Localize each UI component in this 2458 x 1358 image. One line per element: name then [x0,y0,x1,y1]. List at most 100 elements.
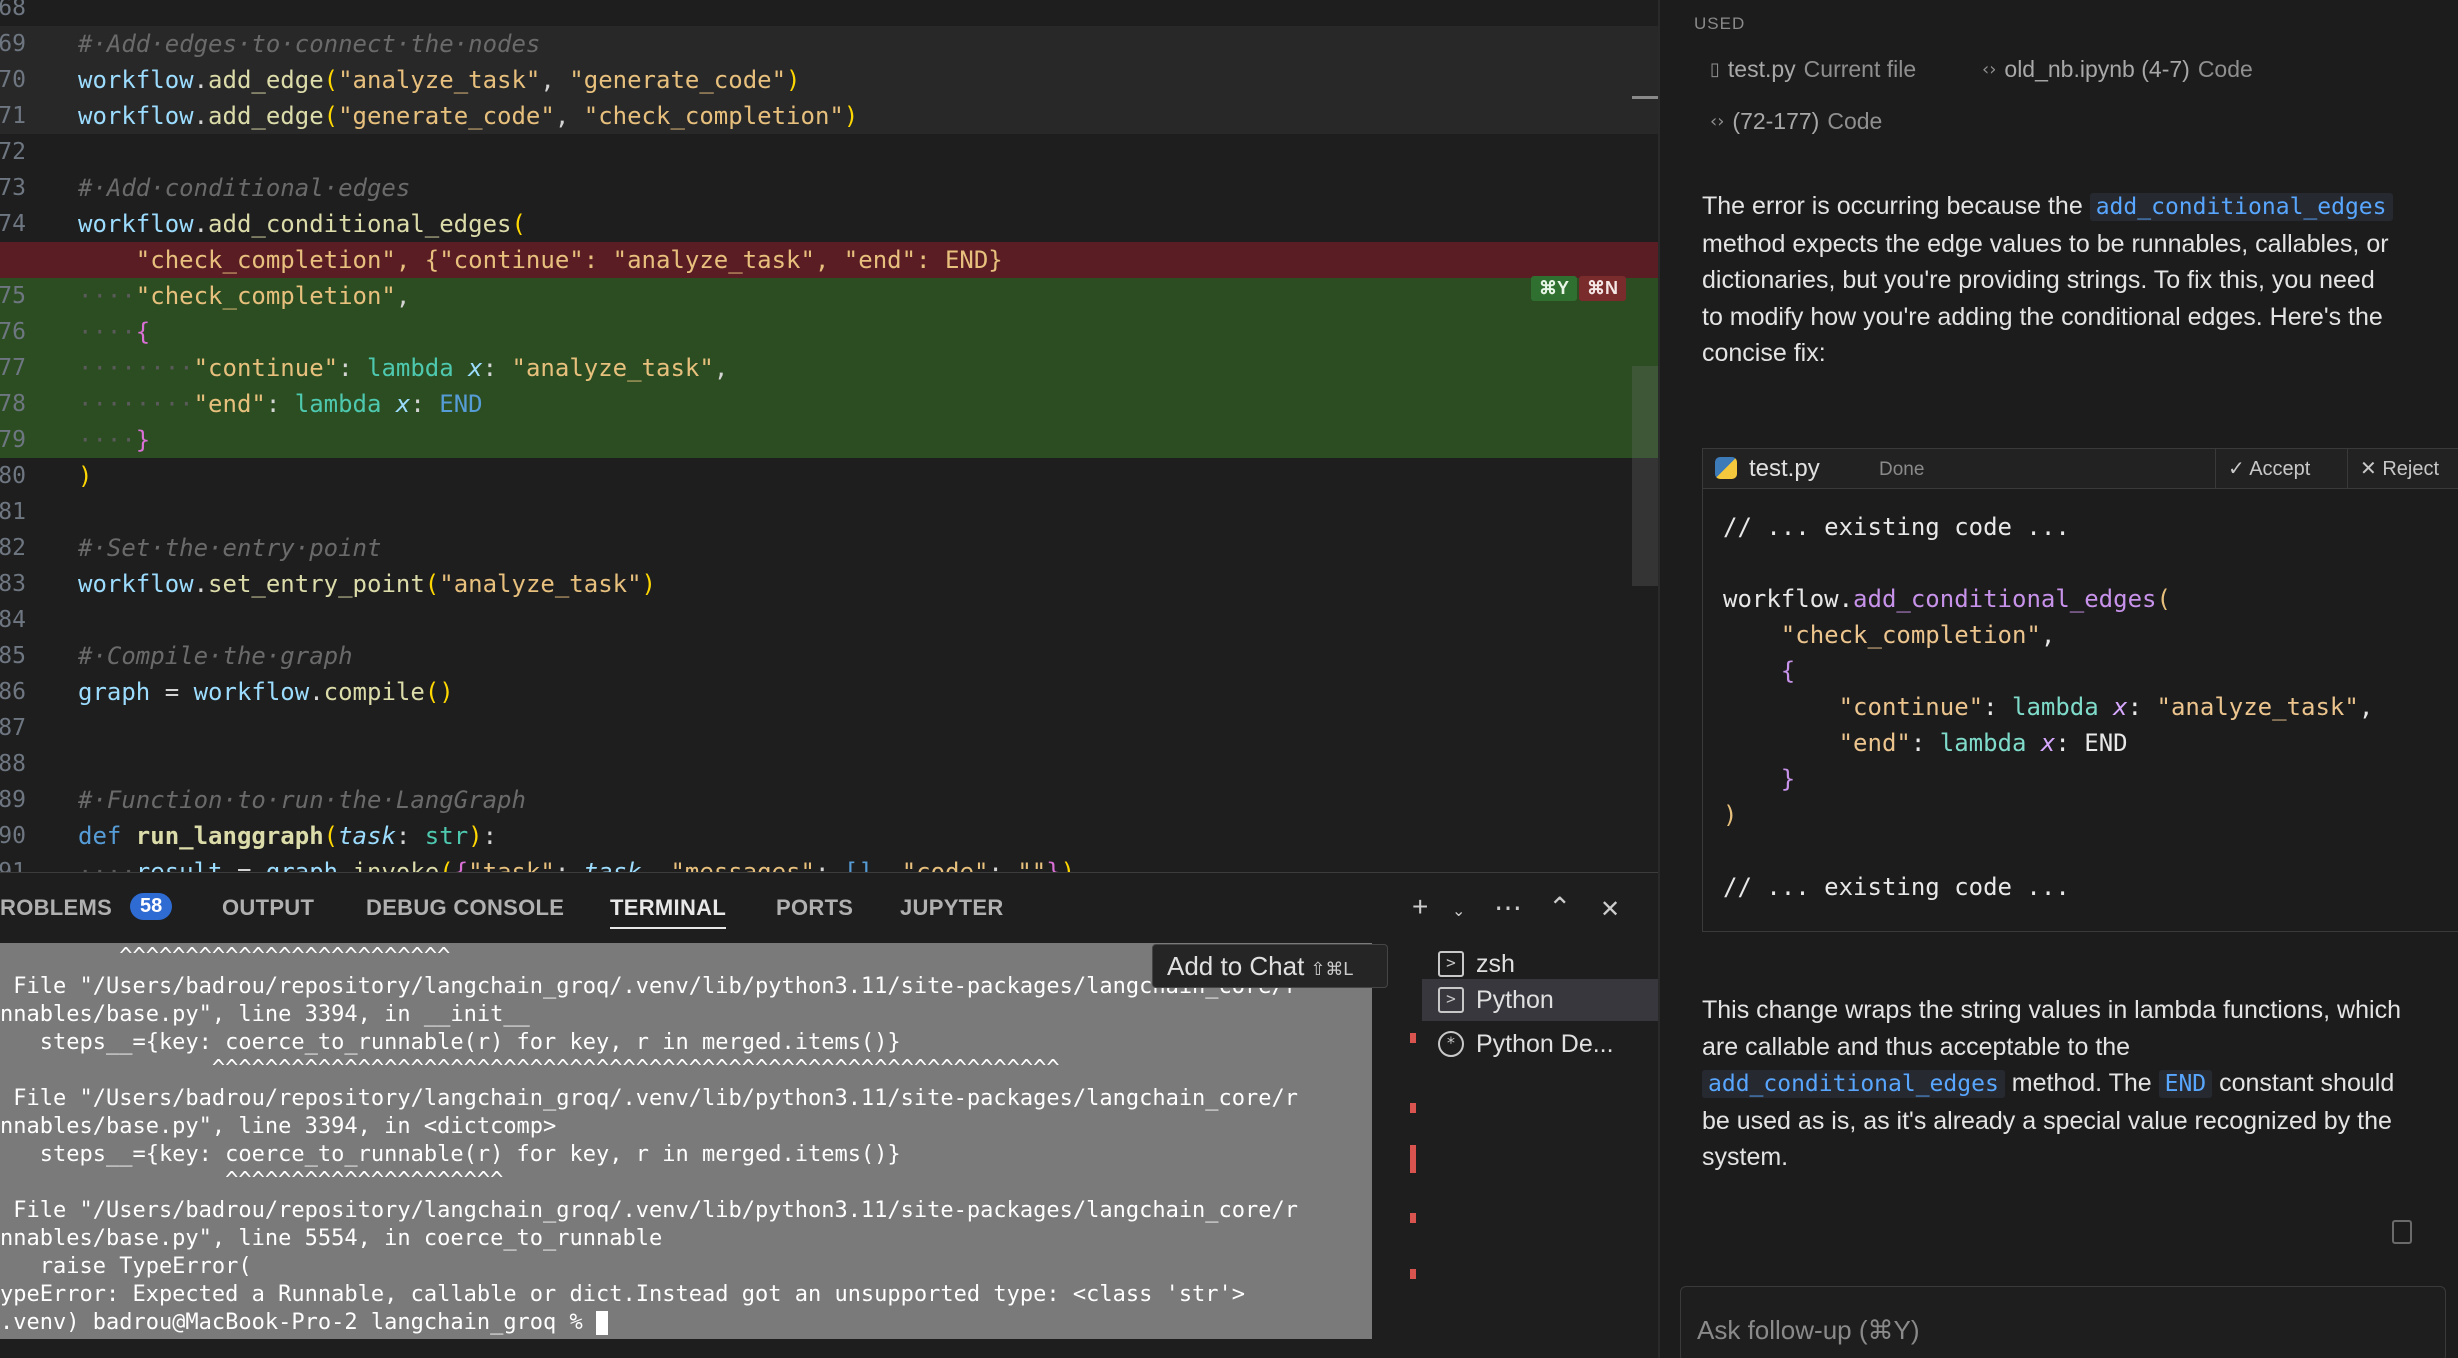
line-number: 85 [0,643,26,669]
line-number: 69 [0,31,26,57]
code-line[interactable]: 83 workflow.set_entry_point("analyze_task… [0,566,1658,602]
line-text: def run_langgraph(task: str): [78,822,498,850]
code-reference: add_conditional_edges [2089,193,2393,221]
card-code-line: } [1780,765,1796,793]
new-terminal-icon[interactable]: + [1412,891,1428,923]
code-line[interactable]: 72 [0,134,1658,170]
line-number: 73 [0,175,26,201]
card-code-line: "check_completion", [1780,621,2056,649]
code-line[interactable]: 69 #·Add·edges·to·connect·the·nodes [0,26,1658,62]
line-number: 70 [0,67,26,93]
accept-button[interactable]: ✓ Accept [2215,449,2322,489]
line-number: 74 [0,211,26,237]
context-chip-sub: Code [1827,108,1883,134]
bottom-panel: ROBLEMS 58 OUTPUT DEBUG CONSOLE TERMINAL… [0,872,1658,1358]
tab-ports[interactable]: PORTS [776,895,853,921]
close-panel-icon[interactable]: ✕ [1600,895,1620,924]
more-actions-icon[interactable]: ⋯ [1494,891,1522,924]
card-code-line: "continue": lambda x: "analyze_task", [1838,693,2374,721]
reject-diff-button[interactable]: ⌘N [1579,276,1626,301]
code-line[interactable]: 79 ····} [0,422,1658,458]
follow-up-input[interactable]: Ask follow-up (⌘Y) [1680,1286,2446,1358]
code-line[interactable]: 84 [0,602,1658,638]
code-line[interactable]: 80) [0,458,1658,494]
context-chip-range[interactable]: ‹› (72-177) Code [1710,108,1882,135]
copy-icon[interactable] [2392,1220,2412,1244]
code-line[interactable]: 74 workflow.add_conditional_edges( [0,206,1658,242]
context-chip-test-py[interactable]: ▯ test.py Current file [1710,56,1916,83]
card-code-line [1723,545,2373,581]
outro-text-1: This change wraps the string values in l… [1702,996,2401,1061]
card-code-line: // ... existing code ... [1723,513,2070,541]
code-line[interactable]: 87 [0,710,1658,746]
chevron-down-icon[interactable]: ⌄ [1452,901,1465,921]
reject-button[interactable]: ✕ Reject [2347,449,2451,489]
line-number: 82 [0,535,26,561]
tab-jupyter[interactable]: JUPYTER [900,895,1004,921]
chat-sidebar: USED ▯ test.py Current file ‹› old_nb.ip… [1658,0,2458,1358]
code-card-body: // ... existing code ... workflow.add_co… [1723,509,2373,905]
terminal-line: ^^^^^^^^^^^^^^^^^^^^^^^^^ [0,944,451,969]
terminal-item-label: Python De... [1476,1029,1614,1058]
code-line[interactable]: 78 ········"end": lambda x: END [0,386,1658,422]
terminal-line: nnables/base.py", line 3394, in <dictcom… [0,1114,557,1139]
terminal-line: ypeError: Expected a Runnable, callable … [0,1282,1246,1307]
terminal-line: nnables/base.py", line 3394, in __init__ [0,1002,530,1027]
line-text: workflow.set_entry_point("analyze_task") [78,570,656,598]
problems-count-badge: 58 [130,893,173,920]
code-line[interactable]: 85 #·Compile·the·graph [0,638,1658,674]
code-line[interactable]: "check_completion", {"continue": "analyz… [0,242,1658,278]
code-line[interactable]: 81 [0,494,1658,530]
code-line[interactable]: 75 ····"check_completion", [0,278,1658,314]
line-number: 77 [0,355,26,381]
line-number: 71 [0,103,26,129]
context-chip-name: test.py [1727,56,1796,82]
tab-terminal[interactable]: TERMINAL [610,895,727,929]
context-chip-old-nb[interactable]: ‹› old_nb.ipynb (4-7) Code [1982,56,2253,83]
code-line[interactable]: 73 #·Add·conditional·edges [0,170,1658,206]
line-number: 83 [0,571,26,597]
line-number: 79 [0,427,26,453]
code-icon: ‹› [1710,111,1725,132]
python-icon [1715,457,1737,479]
line-number: 90 [0,823,26,849]
editor-scrollbar[interactable] [1632,366,1658,586]
code-line[interactable]: 77 ········"continue": lambda x: "analyze… [0,350,1658,386]
code-card-header: test.py Done ✓ Accept ✕ Reject [1703,449,2458,489]
code-line[interactable]: 82 #·Set·the·entry·point [0,530,1658,566]
terminal-item-python[interactable]: > Python [1422,979,1658,1021]
line-text: ········"end": lambda x: END [78,390,483,418]
terminal-scrollbar[interactable] [1396,943,1410,1339]
code-line[interactable]: 71 workflow.add_edge("generate_code", "ch… [0,98,1658,134]
terminal-item-python-debug[interactable]: * Python De... [1422,1023,1658,1065]
code-line[interactable]: 68 [0,0,1658,26]
card-code-line: "end": lambda x: END [1838,729,2128,757]
code-line[interactable]: 90 def run_langgraph(task: str): [0,818,1658,854]
tab-debug-console[interactable]: DEBUG CONSOLE [366,895,564,921]
line-text: workflow.add_edge("analyze_task", "gener… [78,66,801,94]
code-line[interactable]: 88 [0,746,1658,782]
code-line[interactable]: 89 #·Function·to·run·the·LangGraph [0,782,1658,818]
code-card-filename[interactable]: test.py [1749,455,1820,483]
maximize-panel-icon[interactable]: ⌃ [1548,891,1571,924]
line-text: #·Compile·the·graph [78,642,353,670]
chat-answer-outro: This change wraps the string values in l… [1702,992,2402,1176]
code-line[interactable]: 70 workflow.add_edge("analyze_task", "gen… [0,62,1658,98]
line-text: #·Function·to·run·the·LangGraph [78,786,526,814]
code-line[interactable]: 86 graph = workflow.compile() [0,674,1658,710]
accept-diff-button[interactable]: ⌘Y [1530,276,1577,301]
code-line[interactable]: 76 ····{ [0,314,1658,350]
terminal-output[interactable]: ^^^^^^^^^^^^^^^^^^^^^^^^^ File "/Users/b… [0,943,1372,1339]
code-editor[interactable]: 68 69 #·Add·edges·to·connect·the·nodes 70 wo… [0,0,1658,872]
chat-answer-intro: The error is occurring because the add_c… [1702,188,2402,372]
code-line[interactable]: 91 ····result = graph.invoke({"task": tas… [0,854,1658,872]
outro-text-2: method. The [2011,1069,2152,1097]
tab-problems[interactable]: ROBLEMS [0,895,112,921]
tooltip-shortcut: ⇧⌘L [1310,959,1354,979]
tab-output[interactable]: OUTPUT [222,895,314,921]
terminal-line: File "/Users/badrou/repository/langchain… [0,974,1299,999]
status-bar [0,1350,1658,1358]
line-text: #·Add·edges·to·connect·the·nodes [78,30,541,58]
line-text: ····"check_completion", [78,282,411,310]
line-number: 72 [0,139,26,165]
